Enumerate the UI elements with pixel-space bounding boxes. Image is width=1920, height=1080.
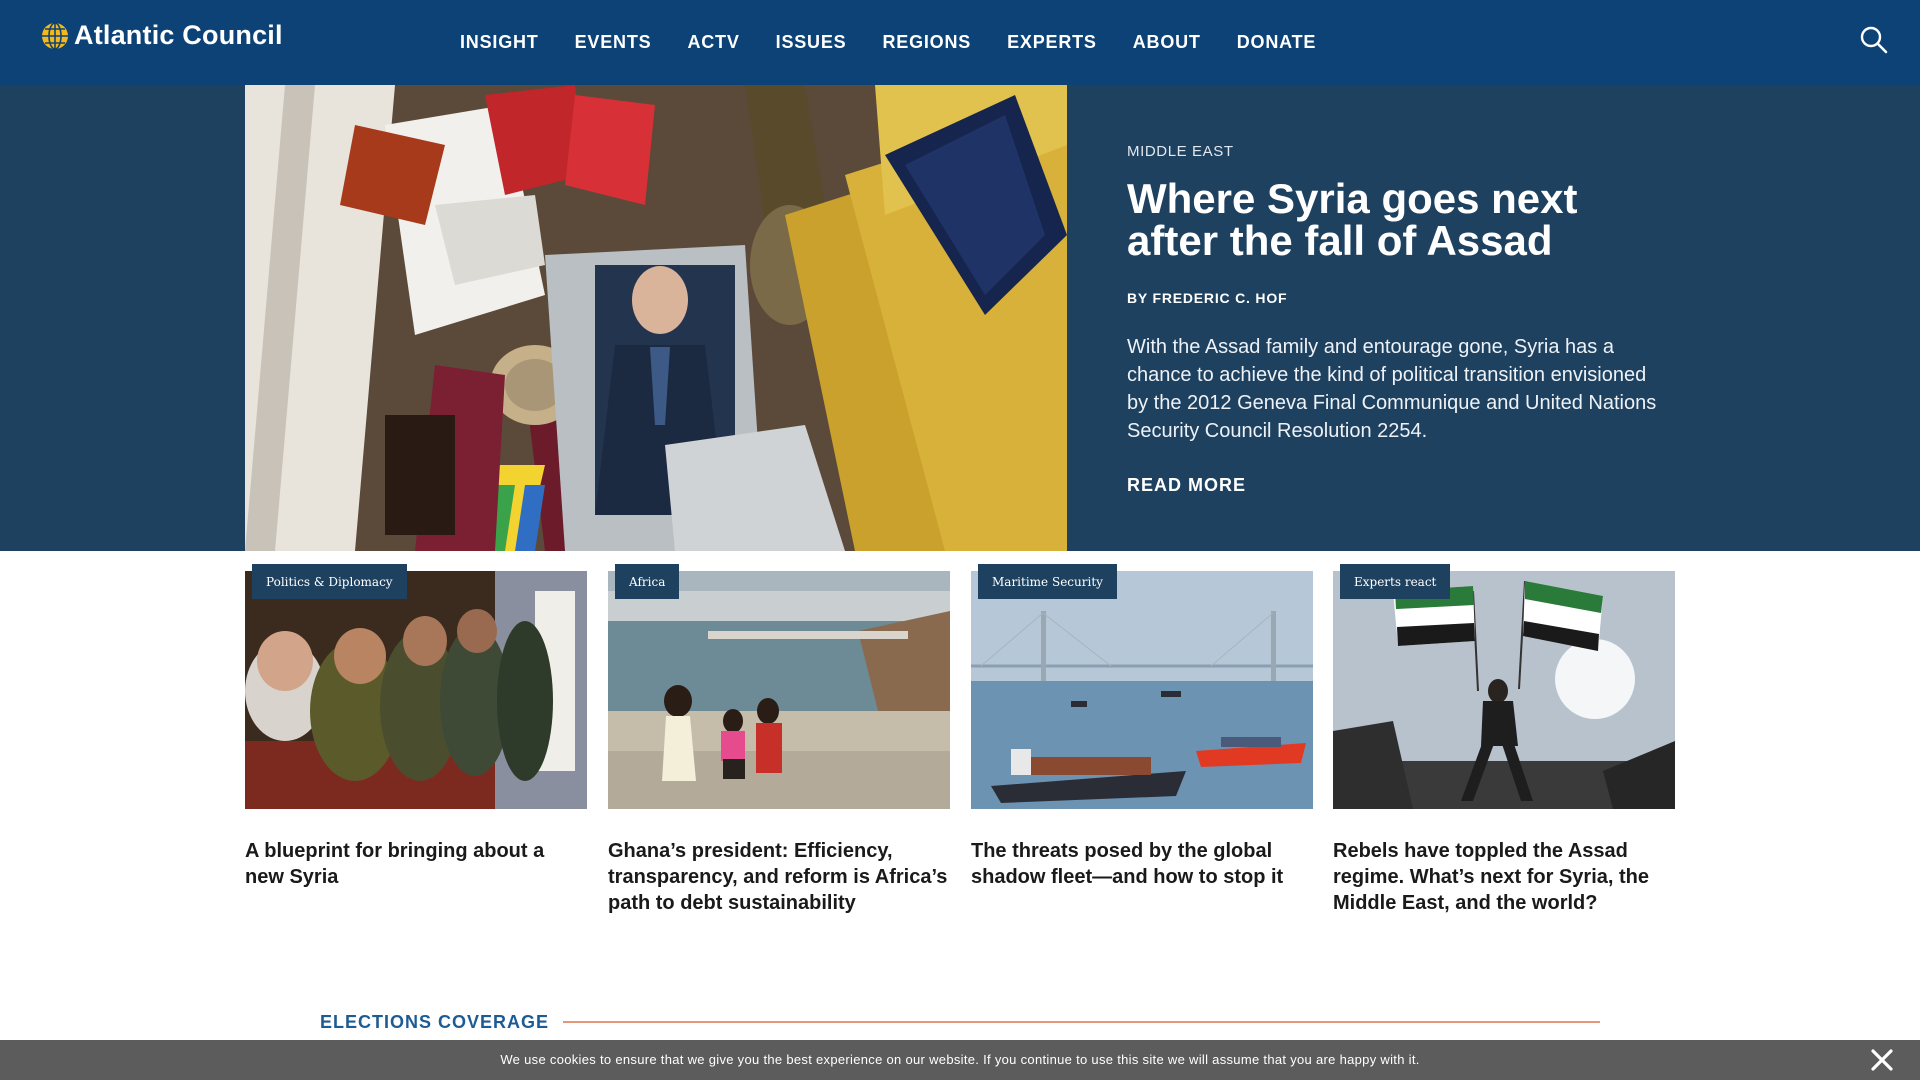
- nav-experts[interactable]: EXPERTS: [1007, 32, 1097, 53]
- card-tag[interactable]: Maritime Security: [978, 564, 1117, 599]
- card-tag[interactable]: Africa: [615, 564, 680, 599]
- card-tag[interactable]: Politics & Diplomacy: [252, 564, 407, 599]
- hero-byline[interactable]: BY FREDERIC C. HOF: [1127, 290, 1667, 306]
- card-headline[interactable]: Ghana’s president: Efficiency, transpare…: [608, 838, 950, 916]
- hero-photo: [245, 85, 1067, 551]
- site-header: Atlantic Council INSIGHT EVENTS ACTV ISS…: [0, 0, 1920, 85]
- card-photo: [608, 571, 950, 809]
- card-tag[interactable]: Experts react: [1340, 564, 1451, 599]
- nav-insight[interactable]: INSIGHT: [460, 32, 539, 53]
- card-photo: [1333, 571, 1675, 809]
- hero-summary: With the Assad family and entourage gone…: [1127, 336, 1657, 442]
- card-image[interactable]: [1333, 571, 1675, 809]
- card-headline[interactable]: A blueprint for bringing about a new Syr…: [245, 838, 587, 890]
- card-image[interactable]: [971, 571, 1313, 809]
- card-image[interactable]: [608, 571, 950, 809]
- nav-regions[interactable]: REGIONS: [882, 32, 971, 53]
- nav-actv[interactable]: ACTV: [687, 32, 739, 53]
- logo-wordmark: Atlantic Council: [74, 20, 283, 50]
- story-card: Experts react Rebels have toppled the As…: [1333, 564, 1675, 916]
- card-photo: [245, 571, 587, 809]
- hero-section: MIDDLE EAST Where Syria goes next after …: [0, 85, 1920, 551]
- close-icon[interactable]: [1870, 1048, 1894, 1072]
- search-icon[interactable]: [1858, 24, 1890, 56]
- cookie-banner: We use cookies to ensure that we give yo…: [0, 1040, 1920, 1080]
- cookie-message: We use cookies to ensure that we give yo…: [500, 1052, 1420, 1067]
- site-logo[interactable]: Atlantic Council: [40, 20, 283, 51]
- read-more-link[interactable]: READ MORE: [1127, 475, 1246, 496]
- globe-logo-icon: [42, 21, 68, 50]
- section-divider: [563, 1021, 1600, 1023]
- story-card: Maritime Security The threats posed by t…: [971, 564, 1313, 890]
- nav-donate[interactable]: DONATE: [1237, 32, 1316, 53]
- card-headline[interactable]: Rebels have toppled the Assad regime. Wh…: [1333, 838, 1675, 916]
- card-photo: [971, 571, 1313, 809]
- hero-category[interactable]: MIDDLE EAST: [1127, 143, 1667, 160]
- hero-headline[interactable]: Where Syria goes next after the fall of …: [1127, 178, 1597, 262]
- main-nav: INSIGHT EVENTS ACTV ISSUES REGIONS EXPER…: [460, 0, 1352, 85]
- card-headline[interactable]: The threats posed by the global shadow f…: [971, 838, 1313, 890]
- story-card: Africa Ghana’s president: Efficiency, tr…: [608, 564, 950, 916]
- nav-events[interactable]: EVENTS: [575, 32, 652, 53]
- nav-about[interactable]: ABOUT: [1133, 32, 1201, 53]
- story-card: Politics & Diplomacy A blueprint for bri…: [245, 564, 587, 890]
- nav-issues[interactable]: ISSUES: [776, 32, 847, 53]
- card-image[interactable]: [245, 571, 587, 809]
- elections-coverage-heading[interactable]: ELECTIONS COVERAGE: [320, 1012, 549, 1033]
- hero-content: MIDDLE EAST Where Syria goes next after …: [1127, 143, 1667, 496]
- hero-image[interactable]: [245, 85, 1067, 551]
